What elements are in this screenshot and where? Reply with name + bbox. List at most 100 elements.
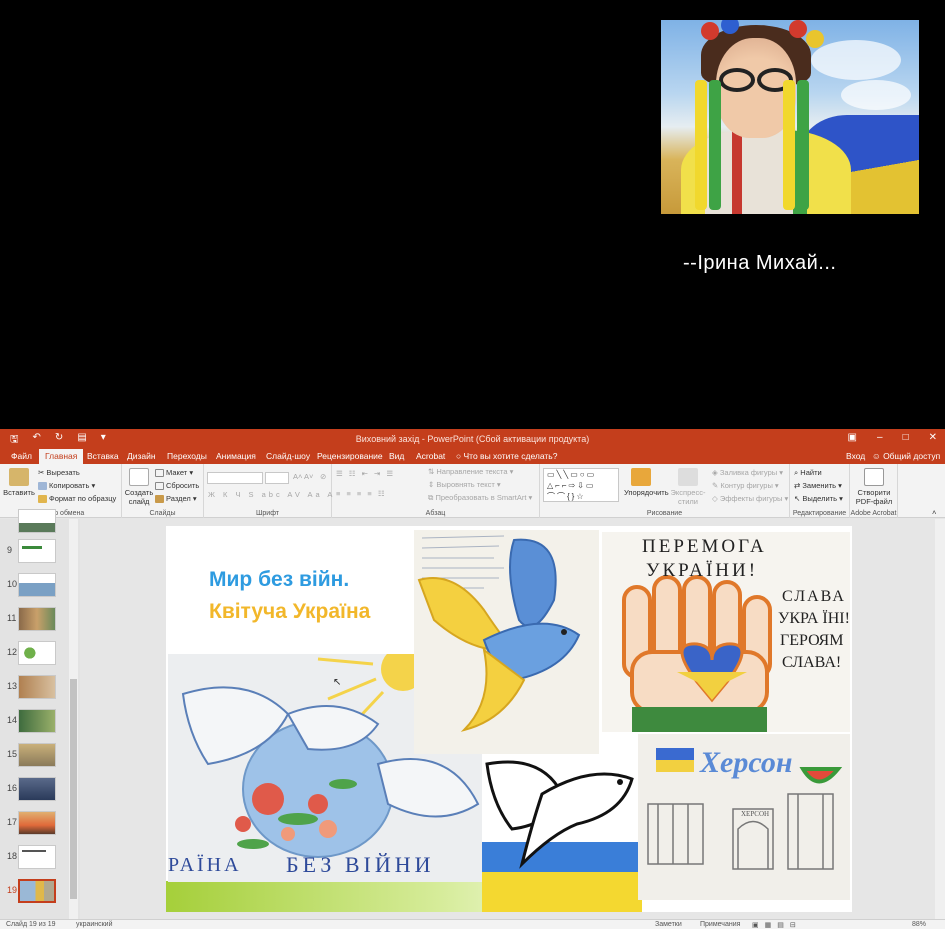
tab-insert[interactable]: Вставка xyxy=(87,451,119,461)
grow-font-button[interactable]: A˄ A˅ xyxy=(293,472,313,481)
ribbon xyxy=(709,80,721,210)
slides-group-label: Слайды xyxy=(149,510,176,517)
reset-button[interactable]: Сбросить xyxy=(155,481,199,491)
drawing-yellow-blue-dove[interactable] xyxy=(414,530,599,754)
slide-thumbnail[interactable]: 13 xyxy=(0,675,80,705)
fill-icon: ◈ xyxy=(712,468,718,477)
drawing-kherson[interactable]: Херсон ХЕРСОН xyxy=(638,734,850,900)
slides-group: Создать слайд Макет ▾ Сбросить Раздел ▾ … xyxy=(122,464,204,518)
copy-label: Копировать xyxy=(49,481,90,490)
layout-button[interactable]: Макет ▾ xyxy=(155,468,193,478)
tab-home[interactable]: Главная xyxy=(39,449,84,464)
slide-thumbnail[interactable]: 10 xyxy=(0,573,80,603)
list-buttons[interactable]: ☰ ☷ ⇤ ⇥ ☰ xyxy=(336,469,395,478)
new-slide-button[interactable]: Создать слайд xyxy=(124,468,154,506)
slide-thumbnail[interactable]: 12 xyxy=(0,641,80,671)
scrollbar-thumb[interactable] xyxy=(70,679,77,899)
slide-scrollbar[interactable] xyxy=(935,519,945,919)
align-buttons[interactable]: ≡ ≡ ≡ ≡ ☷ xyxy=(336,489,387,498)
find-button[interactable]: ⌕ Найти xyxy=(794,468,822,478)
align-text-icon: ⇕ xyxy=(428,480,435,489)
participant-video[interactable] xyxy=(661,20,919,214)
slide-thumbnail[interactable]: 16 xyxy=(0,777,80,807)
tab-slideshow[interactable]: Слайд-шоу xyxy=(266,451,310,461)
current-slide[interactable]: Мир без війн. Квітуча Україна РАЇНА БЕЗ … xyxy=(166,526,852,912)
shape-outline-button[interactable]: ✎ Контур фигуры ▾ xyxy=(712,481,779,490)
slide-title-line2[interactable]: Квітуча Україна xyxy=(209,600,370,624)
tell-me-box[interactable]: ○ Что вы хотите сделать? xyxy=(456,451,557,461)
tab-animation[interactable]: Анимация xyxy=(216,451,256,461)
ribbon-options-icon[interactable]: ▣ xyxy=(848,432,857,443)
zoom-level[interactable]: 88% xyxy=(912,921,926,928)
font-name-input[interactable] xyxy=(207,472,263,484)
text-direction-button[interactable]: ⇅ Направление текста ▾ xyxy=(428,467,513,476)
thumbnail-number: 18 xyxy=(7,851,18,861)
clear-format-icon[interactable]: ⊘ xyxy=(320,472,326,481)
text-direction-icon: ⇅ xyxy=(428,467,435,476)
sign-in-link[interactable]: Вход xyxy=(846,451,865,461)
language-indicator[interactable]: украинский xyxy=(76,921,113,928)
align-text-button[interactable]: ⇕ Выровнять текст ▾ xyxy=(428,480,501,489)
view-buttons[interactable]: ▣▦▤⊟ xyxy=(752,921,802,929)
slide-thumbnail[interactable]: 15 xyxy=(0,743,80,773)
slide-thumbnail[interactable]: 9 xyxy=(0,539,80,569)
maximize-icon[interactable]: □ xyxy=(903,432,909,443)
drawing-peremoga-hands[interactable]: ПЕРЕМОГА УКРАЇНИ! СЛАВА УКРА ЇНІ! ГЕРОЯМ… xyxy=(602,532,850,732)
format-painter-button[interactable]: Формат по образцу xyxy=(38,494,116,504)
slide-thumbnail[interactable]: 18 xyxy=(0,845,80,875)
align-text-label: Выровнять текст xyxy=(436,480,495,489)
drawing-white-dove[interactable] xyxy=(482,754,642,912)
comments-button[interactable]: Примечания xyxy=(700,921,740,928)
tab-file[interactable]: Файл xyxy=(11,451,32,461)
yellow-blue-dove-svg xyxy=(414,530,599,754)
slide-thumbnail[interactable]: 11 xyxy=(0,607,80,637)
select-button[interactable]: ↖ Выделить ▾ xyxy=(794,494,843,503)
smartart-button[interactable]: ⧉ Преобразовать в SmartArt ▾ xyxy=(428,493,532,503)
tab-acrobat[interactable]: Acrobat xyxy=(416,451,445,461)
quick-styles-button[interactable]: Экспресс-стили xyxy=(670,468,706,506)
thumbnail-image xyxy=(18,709,56,733)
tab-review[interactable]: Рецензирование xyxy=(317,451,383,461)
share-button[interactable]: ☺ Общий доступ xyxy=(872,451,940,461)
tell-me-label: Что вы хотите сделать? xyxy=(463,451,558,461)
slide-thumbnail[interactable]: 17 xyxy=(0,811,80,841)
tab-view[interactable]: Вид xyxy=(389,451,404,461)
thumbnail-image xyxy=(18,777,56,801)
close-icon[interactable]: ✕ xyxy=(929,432,937,443)
thumbnail-image xyxy=(18,811,56,835)
thumbnail-image xyxy=(18,743,56,767)
replace-button[interactable]: ⇄ Заменить ▾ xyxy=(794,481,842,490)
paste-button[interactable]: Вставить xyxy=(3,468,35,497)
shape-effects-button[interactable]: ◇ Эффекты фигуры ▾ xyxy=(712,494,788,503)
create-pdf-button[interactable]: Створити PDF-файл xyxy=(852,468,896,506)
font-size-input[interactable] xyxy=(265,472,289,484)
flower-wreath xyxy=(806,30,824,48)
notes-button[interactable]: Заметки xyxy=(655,921,682,928)
section-button[interactable]: Раздел ▾ xyxy=(155,494,197,504)
thumbnails-scrollbar[interactable] xyxy=(69,519,78,919)
arrange-button[interactable]: Упорядочить xyxy=(624,468,669,497)
drawing-text-bez-viiny: БЕЗ ВІЙНИ xyxy=(286,852,435,877)
tab-transitions[interactable]: Переходы xyxy=(167,451,207,461)
text-direction-label: Направление текста xyxy=(436,467,508,476)
clipboard-icon xyxy=(9,468,29,486)
minimize-icon[interactable]: – xyxy=(877,432,883,443)
slide-title-line1[interactable]: Мир без війн. xyxy=(209,568,349,592)
slide-thumbnail[interactable] xyxy=(0,509,80,539)
collapse-ribbon-icon[interactable]: ˄ xyxy=(932,508,936,517)
shape-effects-label: Эффекты фигуры xyxy=(719,494,783,503)
drawing-text-kherson: Херсон xyxy=(700,746,793,779)
slide-thumbnail[interactable]: 14 xyxy=(0,709,80,739)
cut-button[interactable]: ✂ Вырезать xyxy=(38,468,80,477)
font-style-buttons[interactable]: Ж К Ч S abc AV Aa A xyxy=(208,490,335,499)
copy-button[interactable]: Копировать ▾ xyxy=(38,481,95,491)
reset-icon xyxy=(155,482,164,491)
replace-label: Заменить xyxy=(802,481,837,490)
slide-thumbnail-active[interactable]: 19 xyxy=(0,879,80,909)
tab-design[interactable]: Дизайн xyxy=(127,451,156,461)
shape-fill-button[interactable]: ◈ Заливка фигуры ▾ xyxy=(712,468,783,477)
create-pdf-label: Створити PDF-файл xyxy=(855,488,893,506)
shapes-gallery[interactable]: ▭╲╲▭○▭ △⌐⌐⇨⇩▭ ⌒⌒{}☆ xyxy=(543,468,619,502)
thumbnail-number: 11 xyxy=(7,613,17,623)
paragraph-group: ☰ ☷ ⇤ ⇥ ☰ ≡ ≡ ≡ ≡ ☷ ⇅ Направление текста… xyxy=(332,464,540,518)
